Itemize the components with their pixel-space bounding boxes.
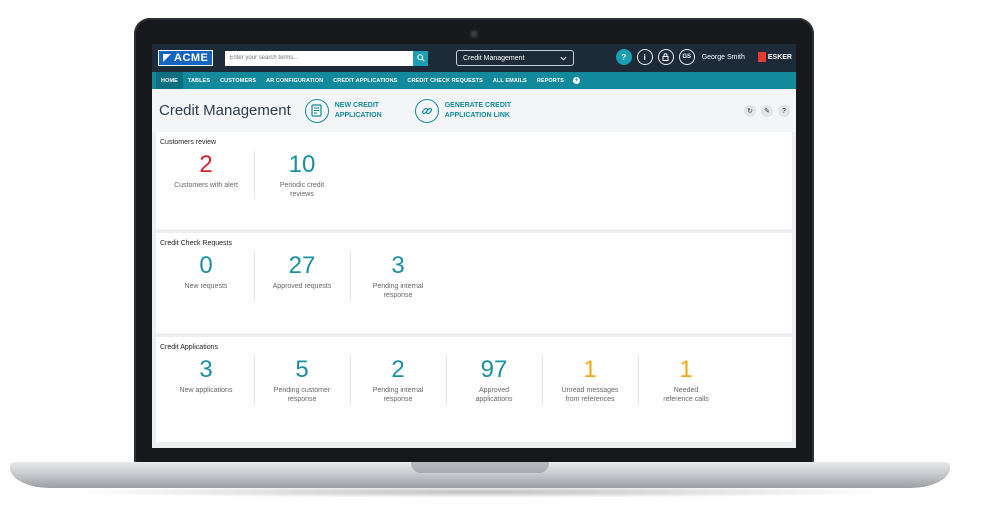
add-tab-icon[interactable]: +	[573, 77, 581, 84]
kpi-value: 1	[583, 356, 597, 383]
search-button[interactable]	[413, 50, 429, 66]
kpi-label: Approved requests	[272, 283, 332, 290]
lock-icon[interactable]	[657, 49, 674, 65]
kpi-value: 2	[199, 151, 213, 178]
kpi-label: Needed reference calls	[663, 387, 709, 403]
page-header: Credit Management NEW CREDIT APPLICATION	[152, 89, 796, 132]
avatar-initials: GS	[682, 54, 692, 60]
main-nav: HOME TABLES CUSTOMERS AR CONFIGURATION C…	[152, 72, 796, 89]
kpi-row: 0 New requests 27 Approved requests 3 Pe…	[156, 250, 792, 300]
kpi-label: New requests	[184, 283, 228, 290]
kpi-label: Approved applications	[475, 387, 513, 403]
kpi-value: 3	[391, 252, 405, 279]
kpi-pending-internal-response[interactable]: 2 Pending internal response	[350, 354, 446, 404]
header-tools: ↻ ✎ ?	[744, 105, 790, 117]
panel-title: Customers review	[160, 139, 217, 146]
search-input[interactable]	[225, 50, 414, 66]
edit-icon[interactable]: ✎	[761, 105, 773, 117]
nav-all-emails[interactable]: ALL EMAILS	[488, 72, 532, 89]
link-icon	[414, 98, 439, 123]
kpi-value: 10	[288, 151, 316, 178]
kpi-value: 2	[391, 356, 405, 383]
new-credit-application-button[interactable]: NEW CREDIT APPLICATION	[304, 98, 415, 123]
kpi-label: Periodic credit reviews	[279, 182, 325, 198]
search-bar	[225, 50, 429, 66]
kpi-new-requests[interactable]: 0 New requests	[158, 250, 254, 300]
new-credit-application-label: NEW CREDIT APPLICATION	[335, 101, 415, 121]
kpi-label: Pending internal response	[372, 387, 424, 403]
credit-applications-panel: Credit Applications 3 New applications 5…	[156, 337, 792, 442]
panel-title: Credit Applications	[160, 344, 218, 351]
kpi-value: 0	[199, 252, 213, 279]
nav-home[interactable]: HOME	[156, 72, 183, 89]
kpi-pending-customer-response[interactable]: 5 Pending customer response	[254, 354, 350, 404]
kpi-customers-with-alert[interactable]: 2 Customers with alert	[158, 149, 254, 199]
kpi-row: 2 Customers with alert 10 Periodic credi…	[156, 149, 792, 199]
logo-mark-icon	[163, 54, 171, 62]
document-icon	[304, 98, 329, 123]
nav-credit-check-requests[interactable]: CREDIT CHECK REQUESTS	[402, 72, 487, 89]
kpi-approved-requests[interactable]: 27 Approved requests	[254, 250, 350, 300]
generate-link-button[interactable]: GENERATE CREDIT APPLICATION LINK	[414, 98, 535, 123]
kpi-new-applications[interactable]: 3 New applications	[158, 354, 254, 404]
top-bar: ACME Credit Management ? i	[152, 44, 796, 72]
search-icon	[417, 54, 425, 62]
kpi-label: Customers with alert	[174, 182, 238, 189]
camera-icon	[469, 29, 479, 39]
help-icon[interactable]: ?	[615, 49, 632, 65]
kpi-label: New applications	[179, 387, 233, 394]
kpi-needed-reference-calls[interactable]: 1 Needed reference calls	[638, 354, 734, 404]
kpi-label: Pending internal response	[372, 283, 424, 299]
kpi-unread-messages[interactable]: 1 Unread messages from references	[542, 354, 638, 404]
kpi-value: 1	[679, 356, 693, 383]
nav-ar-configuration[interactable]: AR CONFIGURATION	[261, 72, 328, 89]
nav-customers[interactable]: CUSTOMERS	[215, 72, 261, 89]
kpi-pending-internal-response[interactable]: 3 Pending internal response	[350, 250, 446, 300]
refresh-icon[interactable]: ↻	[744, 105, 756, 117]
kpi-value: 27	[288, 252, 316, 279]
kpi-label: Unread messages from references	[561, 387, 619, 403]
laptop-notch	[411, 462, 549, 473]
esker-text: ESKER	[767, 53, 792, 61]
action1-line2: APPLICATION	[334, 111, 382, 119]
nav-reports[interactable]: REPORTS	[532, 72, 569, 89]
acme-logo[interactable]: ACME	[158, 50, 214, 66]
nav-credit-applications[interactable]: CREDIT APPLICATIONS	[328, 72, 402, 89]
credit-check-requests-panel: Credit Check Requests 0 New requests 27 …	[156, 233, 792, 333]
info-icon[interactable]: i	[636, 49, 653, 65]
help-small-icon[interactable]: ?	[778, 105, 790, 117]
esker-mark-icon	[757, 52, 766, 62]
kpi-value: 3	[199, 356, 213, 383]
user-name[interactable]: George Smith	[702, 54, 745, 61]
action1-line1: NEW CREDIT	[334, 101, 380, 109]
module-select-value: Credit Management	[463, 54, 525, 62]
kpi-row: 3 New applications 5 Pending customer re…	[156, 354, 792, 404]
kpi-approved-applications[interactable]: 97 Approved applications	[446, 354, 542, 404]
generate-link-label: GENERATE CREDIT APPLICATION LINK	[445, 101, 535, 121]
action2-line2: APPLICATION LINK	[444, 111, 510, 119]
chevron-down-icon	[560, 56, 567, 61]
logo-text: ACME	[174, 52, 209, 64]
avatar[interactable]: GS	[678, 49, 695, 65]
kpi-value: 97	[480, 356, 508, 383]
app-screen: ACME Credit Management ? i	[152, 44, 796, 448]
panel-title: Credit Check Requests	[160, 240, 232, 247]
top-right-tools: ? i GS George Smith ESKER	[615, 49, 792, 65]
kpi-label: Pending customer response	[273, 387, 331, 403]
action2-line1: GENERATE CREDIT	[444, 101, 512, 109]
kpi-periodic-credit-reviews[interactable]: 10 Periodic credit reviews	[254, 149, 350, 199]
customers-review-panel: Customers review 2 Customers with alert …	[156, 132, 792, 229]
kpi-value: 5	[295, 356, 309, 383]
page-title: Credit Management	[159, 102, 291, 119]
esker-logo: ESKER	[757, 52, 792, 62]
nav-tables[interactable]: TABLES	[183, 72, 215, 89]
module-select[interactable]: Credit Management	[456, 50, 574, 66]
